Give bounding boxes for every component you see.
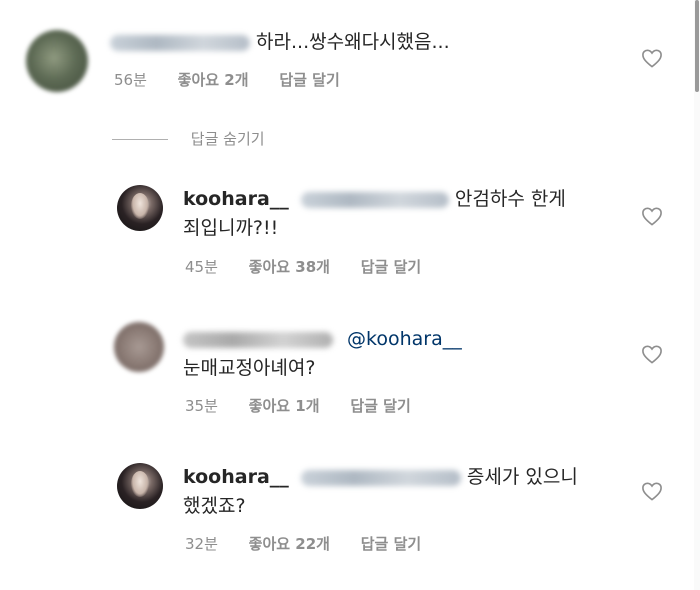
reply-text-line2: 눈매교정아녜여? xyxy=(183,357,316,379)
reply-button[interactable]: 답글 달기 xyxy=(279,71,339,89)
reply-time[interactable]: 32분 xyxy=(185,535,218,553)
reply-button[interactable]: 답글 달기 xyxy=(361,258,421,276)
reply-meta: 35분 좋아요 1개 답글 달기 xyxy=(185,395,437,416)
reply-text-line2: 했겠죠? xyxy=(183,495,246,517)
mention-link[interactable]: @koohara__ xyxy=(347,328,462,350)
reply-button[interactable]: 답글 달기 xyxy=(350,397,410,415)
avatar[interactable] xyxy=(117,463,163,509)
heart-outline-icon[interactable] xyxy=(641,481,663,501)
blurred-username[interactable] xyxy=(300,469,461,486)
blurred-username[interactable] xyxy=(183,331,333,348)
reply-meta: 45분 좋아요 38개 답글 달기 xyxy=(185,256,447,277)
reply-text-line2: 죄입니까?!! xyxy=(183,217,279,239)
hide-replies-toggle[interactable]: 답글 숨기기 xyxy=(112,128,265,149)
likes-count[interactable]: 좋아요 2개 xyxy=(178,71,249,89)
reply-meta: 32분 좋아요 22개 답글 달기 xyxy=(185,533,447,554)
avatar[interactable] xyxy=(117,185,163,231)
blurred-username[interactable] xyxy=(300,191,449,208)
divider-line xyxy=(112,139,168,140)
heart-outline-icon[interactable] xyxy=(641,206,663,226)
comment-text: 하라...쌍수왜다시했음... xyxy=(110,28,450,56)
username-link[interactable]: koohara__ xyxy=(183,188,289,210)
likes-count[interactable]: 좋아요 22개 xyxy=(249,535,330,553)
likes-count[interactable]: 좋아요 38개 xyxy=(249,258,330,276)
likes-count[interactable]: 좋아요 1개 xyxy=(249,397,320,415)
heart-outline-icon[interactable] xyxy=(641,48,663,68)
reply-time[interactable]: 45분 xyxy=(185,258,218,276)
reply-button[interactable]: 답글 달기 xyxy=(361,535,421,553)
scrollbar-thumb[interactable] xyxy=(695,0,699,92)
avatar[interactable] xyxy=(114,322,164,372)
comment-time[interactable]: 56분 xyxy=(114,71,147,89)
reply-text: koohara__ 증세가 있으니 xyxy=(183,466,578,488)
heart-outline-icon[interactable] xyxy=(641,344,663,364)
hide-replies-label: 답글 숨기기 xyxy=(190,130,265,148)
reply-time[interactable]: 35분 xyxy=(185,397,218,415)
scrollbar[interactable] xyxy=(694,0,700,590)
reply-text: @koohara__ xyxy=(183,325,462,353)
comment-meta: 56분 좋아요 2개 답글 달기 xyxy=(114,69,366,90)
reply-text: koohara__ 안검하수 한게 xyxy=(183,188,566,210)
avatar[interactable] xyxy=(26,30,88,92)
username-link[interactable]: koohara__ xyxy=(183,466,289,488)
blurred-username[interactable] xyxy=(110,34,250,51)
